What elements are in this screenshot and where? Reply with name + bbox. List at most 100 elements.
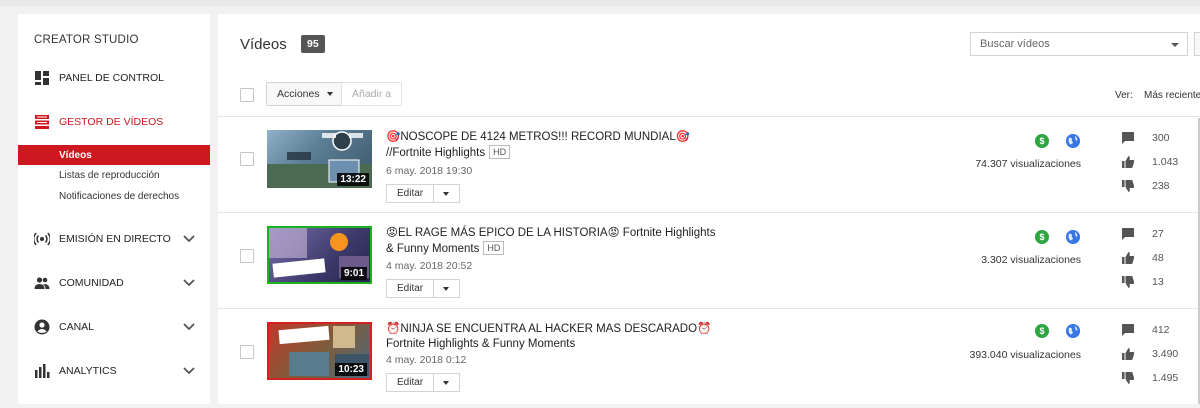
public-globe-icon[interactable] <box>1066 134 1080 148</box>
chevron-down-icon[interactable] <box>183 367 195 375</box>
actions-button[interactable]: Acciones <box>266 82 344 106</box>
video-title-line1: 😡EL RAGE MÁS EPICO DE LA HISTORIA😡 Fortn… <box>386 227 716 239</box>
chevron-down-icon[interactable] <box>183 323 195 331</box>
dislike-count: 1.495 <box>1152 372 1179 384</box>
sidebar-title: CREATOR STUDIO <box>34 34 139 46</box>
search-placeholder: Buscar vídeos <box>980 38 1050 50</box>
like-count: 48 <box>1152 252 1164 264</box>
video-views: 393.040 visualizaciones <box>969 349 1082 361</box>
add-to-button[interactable]: Añadir a <box>341 82 403 106</box>
video-title-line2: Fortnite Highlights & Funny Moments <box>386 338 576 350</box>
hd-badge: HD <box>489 145 511 159</box>
video-checkbox[interactable] <box>240 345 254 359</box>
video-thumbnail[interactable]: 10:23 <box>267 322 372 380</box>
caret-down-icon <box>326 92 333 96</box>
video-row: 13:22 🎯NOSCOPE DE 4124 METROS!!! RECORD … <box>218 118 1200 216</box>
public-globe-icon[interactable] <box>1066 324 1080 338</box>
monetization-icon[interactable] <box>1035 134 1049 148</box>
video-row: 9:01 😡EL RAGE MÁS EPICO DE LA HISTORIA😡 … <box>218 214 1200 312</box>
sidebar-item-channel[interactable]: CANAL <box>18 315 210 339</box>
monetization-icon[interactable] <box>1035 324 1049 338</box>
edit-button[interactable]: Editar <box>386 279 435 298</box>
edit-button[interactable]: Editar <box>386 373 435 392</box>
top-border <box>0 0 1200 6</box>
edit-button-group[interactable]: Editar <box>386 184 461 203</box>
edit-button-group[interactable]: Editar <box>386 373 461 392</box>
like-icon <box>1122 252 1135 264</box>
video-date: 4 may. 2018 0:12 <box>386 354 467 366</box>
sidebar-item-label: GESTOR DE VÍDEOS <box>59 116 164 128</box>
search-videos-dropdown[interactable]: Buscar vídeos <box>970 32 1188 56</box>
video-title-line2: & Funny Moments <box>386 243 480 255</box>
sidebar-item-video-manager[interactable]: GESTOR DE VÍDEOS <box>18 110 210 134</box>
sidebar-item-label: ANALYTICS <box>59 365 117 377</box>
edit-button[interactable]: Editar <box>386 184 435 203</box>
video-title-line2: //Fortnite Highlights <box>386 147 486 159</box>
video-title-line1: ⏰NINJA SE ENCUENTRA AL HACKER MAS DESCAR… <box>386 323 712 335</box>
video-title-line1: 🎯NOSCOPE DE 4124 METROS!!! RECORD MUNDIA… <box>386 131 691 143</box>
search-button[interactable] <box>1194 32 1200 56</box>
comment-icon <box>1122 228 1134 240</box>
actions-label: Acciones <box>277 88 320 100</box>
edit-dropdown-button[interactable] <box>434 373 461 392</box>
public-globe-icon[interactable] <box>1066 230 1080 244</box>
monetization-icon[interactable] <box>1035 230 1049 244</box>
divider <box>218 308 1200 309</box>
sidebar-item-live[interactable]: EMISIÓN EN DIRECTO <box>18 227 210 251</box>
like-count: 1.043 <box>1152 156 1179 168</box>
sort-most-recent[interactable]: Más reciente <box>1144 90 1200 101</box>
sidebar-subitem-playlists[interactable]: Listas de reproducción <box>18 165 210 185</box>
video-thumbnail[interactable]: 13:22 <box>267 130 372 188</box>
video-count-badge: 95 <box>301 35 325 53</box>
channel-icon <box>34 319 50 335</box>
video-thumbnail[interactable]: 9:01 <box>267 226 372 284</box>
video-duration: 9:01 <box>340 267 367 280</box>
comment-icon <box>1122 132 1134 144</box>
video-views: 3.302 visualizaciones <box>981 254 1081 266</box>
comment-count: 412 <box>1152 324 1170 336</box>
dislike-count: 13 <box>1152 276 1164 288</box>
select-all-checkbox[interactable] <box>240 88 254 102</box>
edit-dropdown-button[interactable] <box>434 184 461 203</box>
video-list-panel: Vídeos 95 Buscar vídeos Acciones Añadir … <box>218 14 1200 404</box>
video-title[interactable]: 🎯NOSCOPE DE 4124 METROS!!! RECORD MUNDIA… <box>386 130 726 161</box>
sidebar-item-community[interactable]: COMUNIDAD <box>18 271 210 295</box>
video-title[interactable]: ⏰NINJA SE ENCUENTRA AL HACKER MAS DESCAR… <box>386 322 726 352</box>
video-duration: 13:22 <box>337 173 369 186</box>
sidebar-item-dashboard[interactable]: PANEL DE CONTROL <box>18 66 210 90</box>
video-date: 4 may. 2018 20:52 <box>386 260 473 272</box>
dislike-count: 238 <box>1152 180 1170 192</box>
chevron-down-icon[interactable] <box>183 279 195 287</box>
divider <box>218 212 1200 213</box>
video-checkbox[interactable] <box>240 152 254 166</box>
dislike-icon <box>1122 372 1135 384</box>
video-row: 10:23 ⏰NINJA SE ENCUENTRA AL HACKER MAS … <box>218 310 1200 408</box>
comment-count: 27 <box>1152 228 1164 240</box>
edit-button-group[interactable]: Editar <box>386 279 461 298</box>
community-icon <box>34 277 50 289</box>
video-views: 74.307 visualizaciones <box>975 158 1081 170</box>
edit-dropdown-button[interactable] <box>434 279 461 298</box>
page-title: Vídeos <box>240 36 287 53</box>
sidebar-item-label: PANEL DE CONTROL <box>59 72 165 84</box>
add-to-label: Añadir a <box>352 88 392 100</box>
sidebar-item-label: COMUNIDAD <box>59 277 124 289</box>
like-icon <box>1122 156 1135 168</box>
video-title[interactable]: 😡EL RAGE MÁS EPICO DE LA HISTORIA😡 Fortn… <box>386 226 726 257</box>
sidebar-subitem-videos[interactable]: Vídeos <box>18 145 210 165</box>
sidebar-item-label: EMISIÓN EN DIRECTO <box>59 233 171 245</box>
dislike-icon <box>1122 276 1135 288</box>
sidebar-item-analytics[interactable]: ANALYTICS <box>18 359 210 383</box>
like-icon <box>1122 348 1135 360</box>
caret-down-icon <box>1171 43 1179 47</box>
dislike-icon <box>1122 180 1135 192</box>
video-manager-icon <box>35 115 49 129</box>
sidebar: CREATOR STUDIO PANEL DE CONTROL GESTOR D… <box>18 14 210 404</box>
chevron-down-icon[interactable] <box>183 235 195 243</box>
video-duration: 10:23 <box>335 363 367 376</box>
hd-badge: HD <box>483 241 505 255</box>
comment-count: 300 <box>1152 132 1170 144</box>
like-count: 3.490 <box>1152 348 1179 360</box>
sidebar-subitem-copyright-notices[interactable]: Notificaciones de derechos <box>18 186 210 206</box>
video-checkbox[interactable] <box>240 249 254 263</box>
